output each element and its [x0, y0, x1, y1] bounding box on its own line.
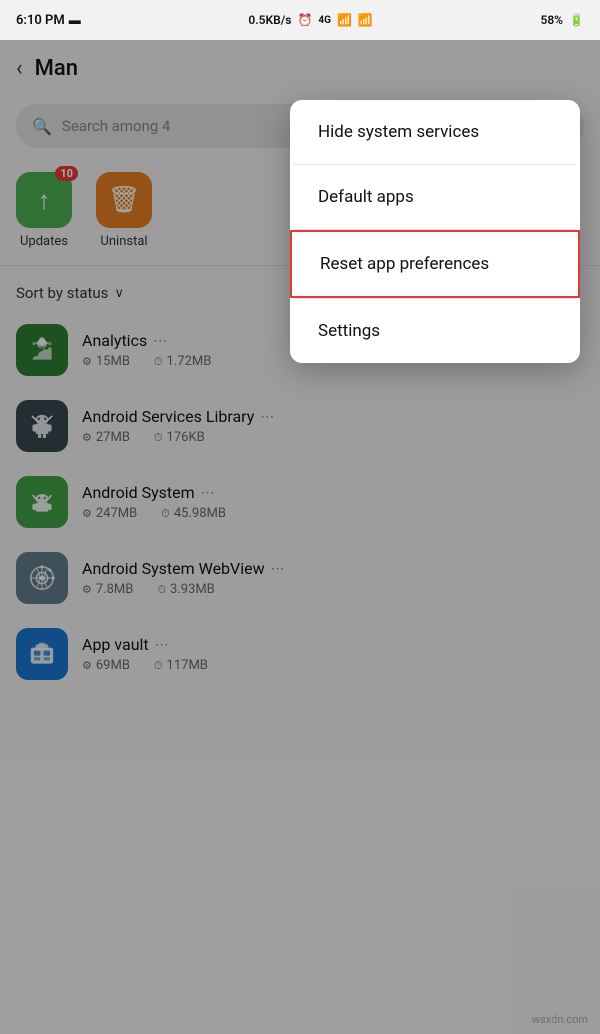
battery-display: 58%: [540, 13, 563, 27]
sim-icon: ▬: [69, 13, 81, 27]
status-bar: 6:10 PM ▬ 0.5KB/s ⏰ 4G 📶 📶 58% 🔋: [0, 0, 600, 40]
alarm-icon: ⏰: [297, 13, 312, 27]
status-bar-left: 6:10 PM ▬: [16, 13, 81, 28]
menu-item-hide-system[interactable]: Hide system services: [290, 100, 580, 164]
signal-icon: 📶: [337, 13, 352, 27]
time-display: 6:10 PM: [16, 13, 65, 28]
dropdown-menu: Hide system services Default apps Reset …: [290, 100, 580, 363]
wifi-icon: 📶: [358, 13, 373, 27]
status-bar-center: 0.5KB/s ⏰ 4G 📶 📶: [248, 13, 373, 27]
status-bar-right: 58% 🔋: [540, 13, 584, 27]
menu-item-default-apps[interactable]: Default apps: [290, 165, 580, 229]
battery-icon: 🔋: [569, 13, 584, 27]
menu-item-reset-prefs[interactable]: Reset app preferences: [290, 230, 580, 298]
menu-item-settings[interactable]: Settings: [290, 299, 580, 363]
data-icon: 4G: [318, 15, 331, 26]
network-speed: 0.5KB/s: [248, 13, 291, 27]
